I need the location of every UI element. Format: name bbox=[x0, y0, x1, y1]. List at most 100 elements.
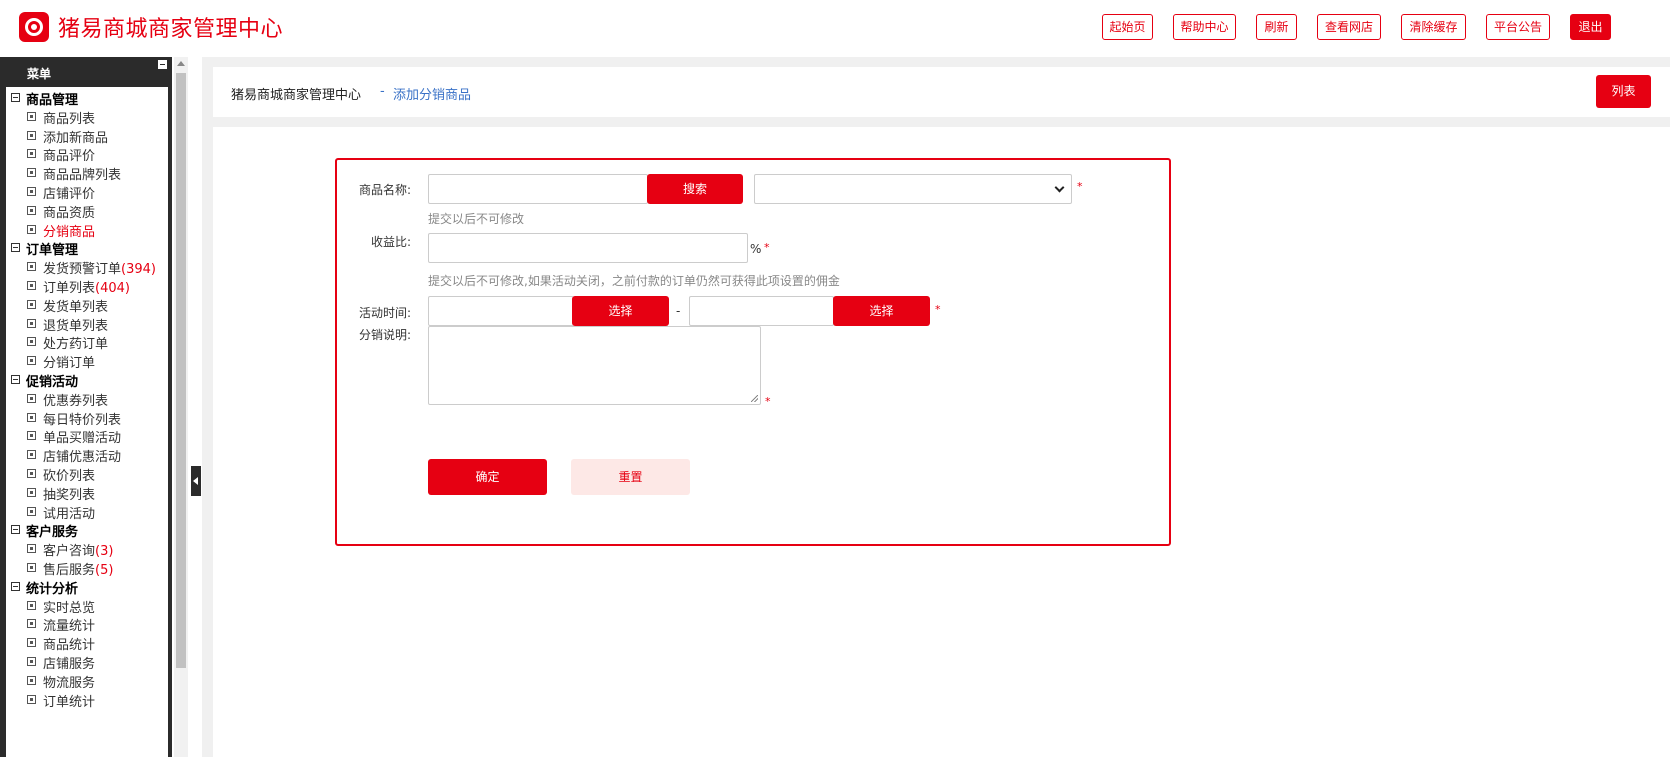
required-mark: * bbox=[1077, 180, 1083, 193]
sidebar-item[interactable]: 退货单列表 bbox=[6, 313, 168, 334]
sidebar-item[interactable]: 店铺评价 bbox=[6, 181, 168, 202]
collapse-box-icon[interactable] bbox=[11, 525, 20, 535]
sidebar-item[interactable]: 砍价列表 bbox=[6, 463, 168, 484]
end-time-input[interactable] bbox=[689, 296, 834, 326]
ratio-label: 收益比: bbox=[371, 235, 412, 249]
required-mark: * bbox=[935, 303, 941, 316]
start-page-button[interactable]: 起始页 bbox=[1102, 14, 1153, 40]
menu-group[interactable]: 订单管理 bbox=[6, 237, 168, 258]
sidebar-item[interactable]: 优惠券列表 bbox=[6, 388, 168, 409]
menu-label: 菜单 bbox=[27, 67, 52, 81]
bullet-icon bbox=[27, 675, 36, 685]
sidebar-toggle-handle[interactable] bbox=[191, 466, 201, 496]
bullet-icon bbox=[27, 694, 36, 704]
menu-group[interactable]: 统计分析 bbox=[6, 576, 168, 597]
bullet-icon bbox=[27, 318, 36, 328]
collapse-box-icon[interactable] bbox=[11, 243, 20, 253]
sidebar-item[interactable]: 分销商品 bbox=[6, 219, 168, 240]
breadcrumb-separator: - bbox=[380, 84, 385, 99]
start-time-select-button[interactable]: 选择 bbox=[572, 296, 669, 326]
sidebar-item[interactable]: 试用活动 bbox=[6, 501, 168, 522]
sidebar-item[interactable]: 商品评价 bbox=[6, 143, 168, 164]
scroll-up-arrow-icon[interactable] bbox=[177, 61, 185, 66]
bullet-icon bbox=[27, 544, 36, 554]
ratio-hint: 提交以后不可修改,如果活动关闭，之前付款的订单仍然可获得此项设置的佣金 bbox=[428, 274, 840, 288]
collapse-box-icon[interactable] bbox=[11, 374, 20, 384]
refresh-button[interactable]: 刷新 bbox=[1256, 14, 1297, 40]
breadcrumb: 猪易商城商家管理中心 - 添加分销商品 列表 bbox=[213, 67, 1670, 117]
add-distribution-form: 商品名称: 搜索 * 提交以后不可修改 收益比: % * 提交以后不可修改,如果… bbox=[335, 158, 1171, 546]
sidebar-item[interactable]: 店铺优惠活动 bbox=[6, 444, 168, 465]
platform-notice-button[interactable]: 平台公告 bbox=[1486, 14, 1550, 40]
product-select[interactable] bbox=[754, 174, 1072, 204]
reset-button[interactable]: 重置 bbox=[571, 459, 690, 495]
confirm-button[interactable]: 确定 bbox=[428, 459, 547, 495]
menu-group[interactable]: 促销活动 bbox=[6, 369, 168, 390]
menu-group[interactable]: 商品管理 bbox=[6, 87, 168, 108]
sidebar-item[interactable]: 抽奖列表 bbox=[6, 482, 168, 503]
bullet-icon bbox=[27, 224, 36, 234]
help-center-button[interactable]: 帮助中心 bbox=[1173, 14, 1236, 40]
bullet-icon bbox=[27, 487, 36, 497]
sidebar-item[interactable]: 订单统计 bbox=[6, 689, 168, 710]
sidebar-item[interactable]: 售后服务(5) bbox=[6, 557, 168, 578]
required-mark: * bbox=[765, 395, 771, 408]
sidebar-item[interactable]: 商品列表 bbox=[6, 106, 168, 127]
sidebar-scrollbar[interactable] bbox=[174, 57, 188, 757]
product-hint: 提交以后不可修改 bbox=[428, 212, 525, 226]
sidebar-item[interactable]: 商品资质 bbox=[6, 200, 168, 221]
bullet-icon bbox=[27, 337, 36, 347]
sidebar-item[interactable]: 分销订单 bbox=[6, 350, 168, 371]
bullet-icon bbox=[27, 149, 36, 159]
bullet-icon bbox=[27, 619, 36, 629]
start-time-input[interactable] bbox=[428, 296, 574, 326]
sidebar-item[interactable]: 客户咨询(3) bbox=[6, 538, 168, 559]
sidebar-item[interactable]: 处方药订单 bbox=[6, 331, 168, 352]
sidebar-item[interactable]: 物流服务 bbox=[6, 670, 168, 691]
description-textarea[interactable] bbox=[428, 326, 761, 405]
collapse-box-icon[interactable] bbox=[11, 581, 20, 591]
sidebar-item[interactable]: 商品统计 bbox=[6, 632, 168, 653]
bullet-icon bbox=[27, 638, 36, 648]
collapse-menu-icon[interactable] bbox=[158, 60, 167, 69]
sidebar-item[interactable]: 发货单列表 bbox=[6, 294, 168, 315]
menu-header: 菜单 bbox=[0, 57, 172, 87]
search-button[interactable]: 搜索 bbox=[647, 174, 743, 204]
sidebar-item[interactable]: 添加新商品 bbox=[6, 125, 168, 146]
sidebar-item-text: 订单统计 bbox=[43, 694, 96, 710]
scroll-thumb[interactable] bbox=[176, 73, 186, 668]
collapse-box-icon[interactable] bbox=[11, 93, 20, 102]
required-mark: * bbox=[764, 241, 770, 254]
logout-button[interactable]: 退出 bbox=[1570, 14, 1611, 40]
bullet-icon bbox=[27, 262, 36, 272]
bullet-icon bbox=[27, 393, 36, 403]
sidebar-item[interactable]: 单品买赠活动 bbox=[6, 425, 168, 446]
bullet-icon bbox=[27, 506, 36, 516]
breadcrumb-home: 猪易商城商家管理中心 bbox=[231, 88, 362, 103]
clear-cache-button[interactable]: 清除缓存 bbox=[1401, 14, 1466, 40]
menu-group[interactable]: 客户服务 bbox=[6, 519, 168, 540]
product-name-input[interactable] bbox=[428, 174, 648, 204]
sidebar-item-label[interactable]: 订单统计 bbox=[43, 691, 95, 710]
bullet-icon bbox=[27, 600, 36, 610]
top-header: 猪易商城商家管理中心 起始页 帮助中心 刷新 查看网店 清除缓存 平台公告 退出 bbox=[0, 0, 1670, 55]
sidebar-item[interactable]: 流量统计 bbox=[6, 613, 168, 634]
time-separator: - bbox=[676, 304, 681, 318]
list-button[interactable]: 列表 bbox=[1596, 75, 1651, 108]
sidebar-item[interactable]: 每日特价列表 bbox=[6, 407, 168, 428]
sidebar-item[interactable]: 订单列表(404) bbox=[6, 275, 168, 296]
site-title: 猪易商城商家管理中心 bbox=[58, 17, 284, 42]
sidebar-item[interactable]: 发货预警订单(394) bbox=[6, 256, 168, 277]
bullet-icon bbox=[27, 280, 36, 290]
ratio-input[interactable] bbox=[428, 233, 748, 263]
end-time-select-button[interactable]: 选择 bbox=[833, 296, 930, 326]
view-store-button[interactable]: 查看网店 bbox=[1317, 14, 1381, 40]
sidebar-item[interactable]: 店铺服务 bbox=[6, 651, 168, 672]
sidebar-item[interactable]: 实时总览 bbox=[6, 595, 168, 616]
activity-time-label: 活动时间: bbox=[359, 306, 412, 320]
resize-grip-icon[interactable] bbox=[751, 395, 758, 402]
bullet-icon bbox=[27, 450, 36, 460]
sidebar-item[interactable]: 商品品牌列表 bbox=[6, 162, 168, 183]
breadcrumb-current[interactable]: 添加分销商品 bbox=[393, 84, 471, 103]
bullet-icon bbox=[27, 431, 36, 441]
